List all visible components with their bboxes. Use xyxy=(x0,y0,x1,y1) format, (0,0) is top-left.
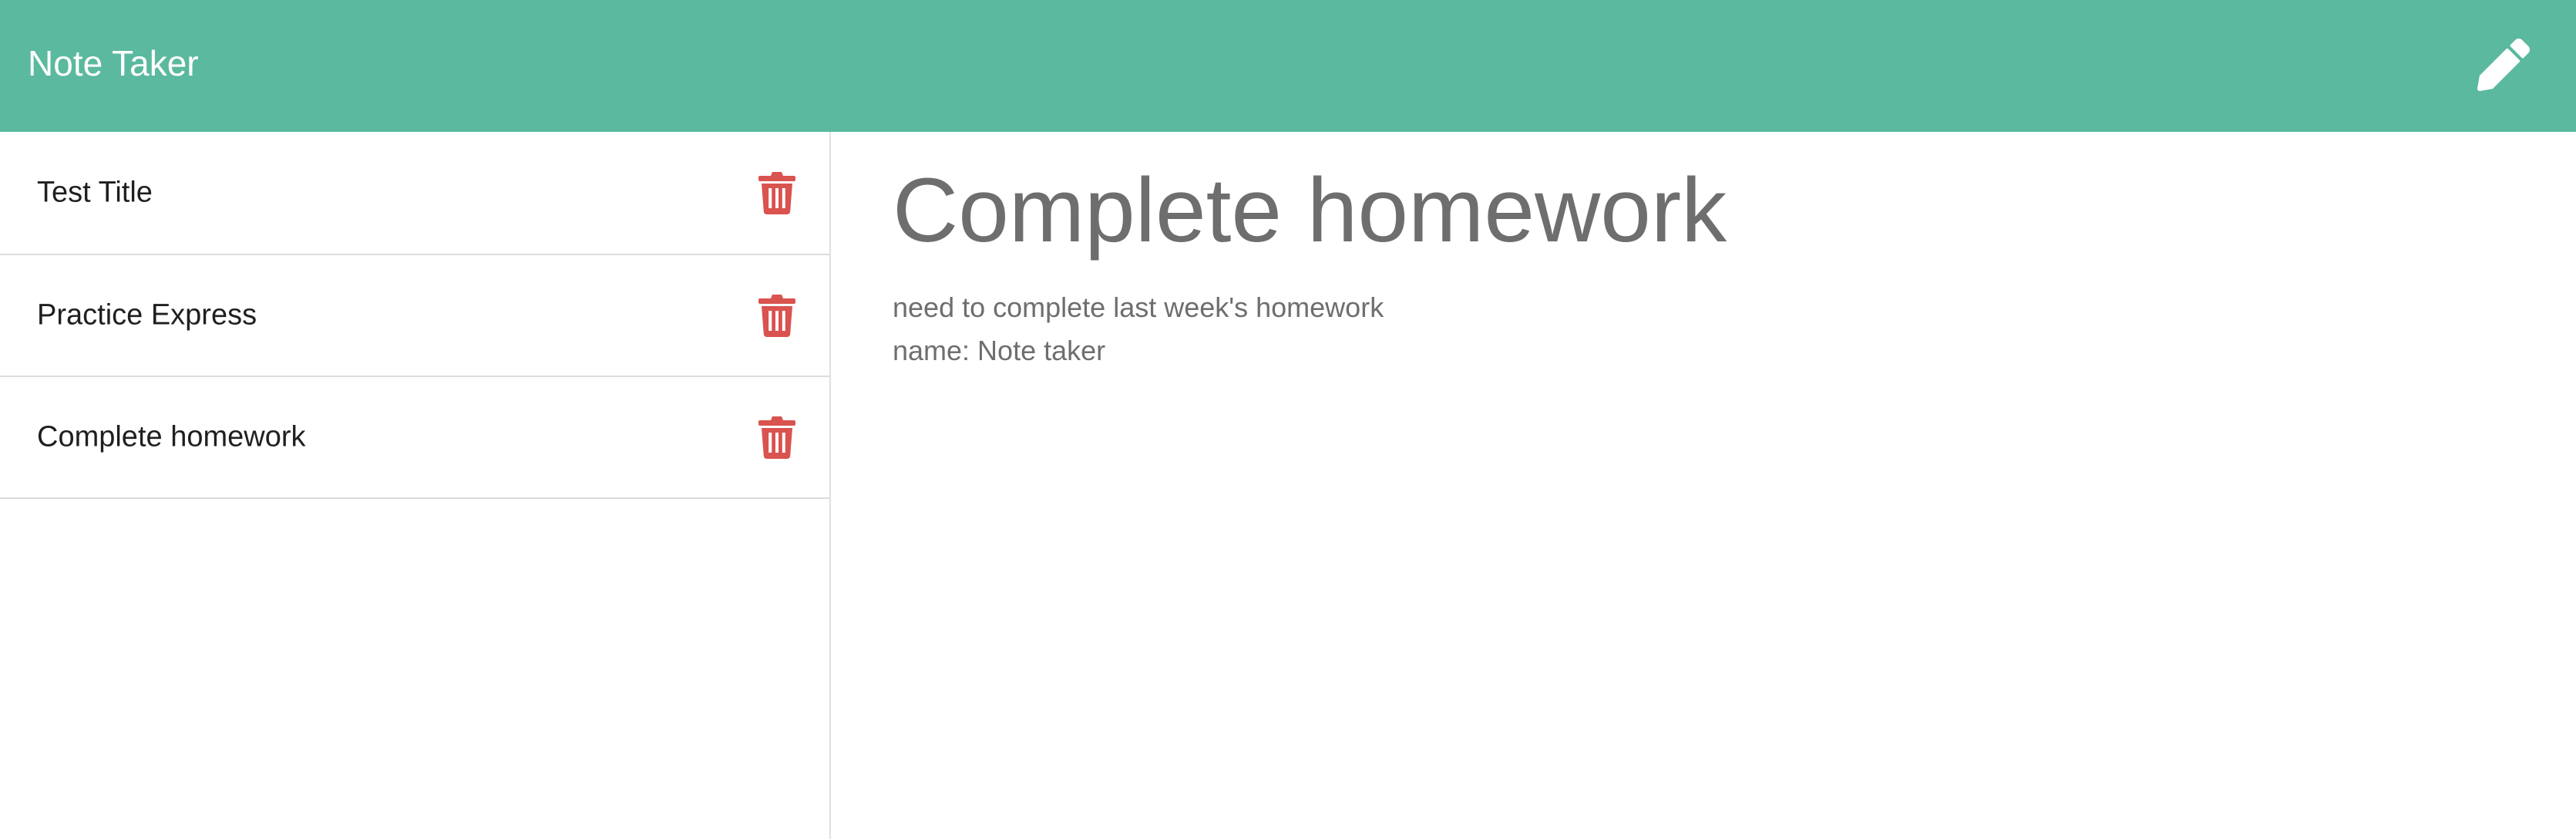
trash-icon[interactable] xyxy=(758,294,795,337)
note-item-title: Complete homework xyxy=(37,420,306,453)
note-item-title: Test Title xyxy=(37,176,153,209)
note-title-field[interactable]: Complete homework xyxy=(893,157,1727,265)
note-item-title: Practice Express xyxy=(37,298,257,332)
note-item-complete-homework[interactable]: Complete homework xyxy=(0,376,829,497)
brand-link[interactable]: Note Taker xyxy=(28,40,199,86)
note-text-line: name: Note taker xyxy=(893,335,1106,366)
trash-icon[interactable] xyxy=(758,171,795,214)
trash-icon[interactable] xyxy=(758,416,795,459)
pencil-icon xyxy=(2477,39,2530,91)
note-text-field[interactable]: need to complete last week's homework na… xyxy=(893,286,2434,372)
new-note-button[interactable] xyxy=(2474,35,2533,94)
navbar: Note Taker xyxy=(0,0,2576,132)
note-view: Complete homework need to complete last … xyxy=(832,132,2576,839)
note-text-line: need to complete last week's homework xyxy=(893,291,1384,323)
sidebar: Test Title Practice Express Complete hom… xyxy=(0,132,831,839)
note-item-practice-express[interactable]: Practice Express xyxy=(0,254,829,376)
note-list: Test Title Practice Express Complete hom… xyxy=(0,132,829,499)
note-item-test-title[interactable]: Test Title xyxy=(0,132,829,254)
